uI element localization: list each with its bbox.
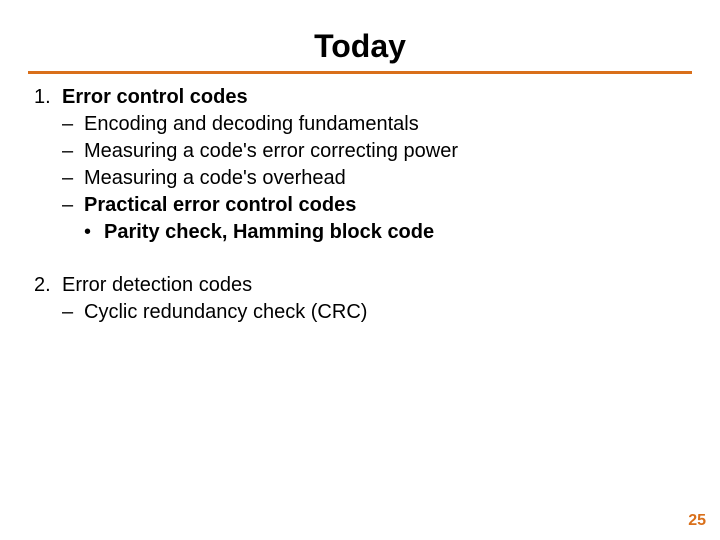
title-underline: [28, 71, 692, 74]
dash-icon: –: [62, 299, 84, 326]
list-item: • Parity check, Hamming block code: [84, 219, 686, 246]
item-number: 2.: [34, 272, 62, 299]
page-number: 25: [688, 512, 706, 530]
item-heading: Error control codes: [62, 84, 686, 111]
slide: Today 1. Error control codes – Encoding …: [0, 0, 720, 540]
dash-icon: –: [62, 165, 84, 192]
list-item: – Measuring a code's overhead: [62, 165, 686, 192]
item-text: Encoding and decoding fundamentals: [84, 111, 686, 138]
item-text: Practical error control codes: [84, 192, 686, 219]
item-heading: Error detection codes: [62, 272, 686, 299]
dash-icon: –: [62, 192, 84, 219]
item-text: Cyclic redundancy check (CRC): [84, 299, 686, 326]
item-number: 1.: [34, 84, 62, 111]
list-item: 2. Error detection codes: [34, 272, 686, 299]
list-item: – Practical error control codes: [62, 192, 686, 219]
list-item: – Measuring a code's error correcting po…: [62, 138, 686, 165]
sub-list: – Cyclic redundancy check (CRC): [62, 299, 686, 326]
dash-icon: –: [62, 111, 84, 138]
item-text: Parity check, Hamming block code: [104, 219, 434, 246]
sub-list: – Encoding and decoding fundamentals – M…: [62, 111, 686, 246]
bullet-list: • Parity check, Hamming block code: [84, 219, 686, 246]
list-item: – Encoding and decoding fundamentals: [62, 111, 686, 138]
dash-icon: –: [62, 138, 84, 165]
bullet-icon: •: [84, 219, 104, 246]
item-text: Measuring a code's error correcting powe…: [84, 138, 686, 165]
slide-title: Today: [0, 0, 720, 71]
list-item: – Cyclic redundancy check (CRC): [62, 299, 686, 326]
item-text: Measuring a code's overhead: [84, 165, 686, 192]
content-area: 1. Error control codes – Encoding and de…: [0, 84, 720, 326]
list-item: 1. Error control codes: [34, 84, 686, 111]
